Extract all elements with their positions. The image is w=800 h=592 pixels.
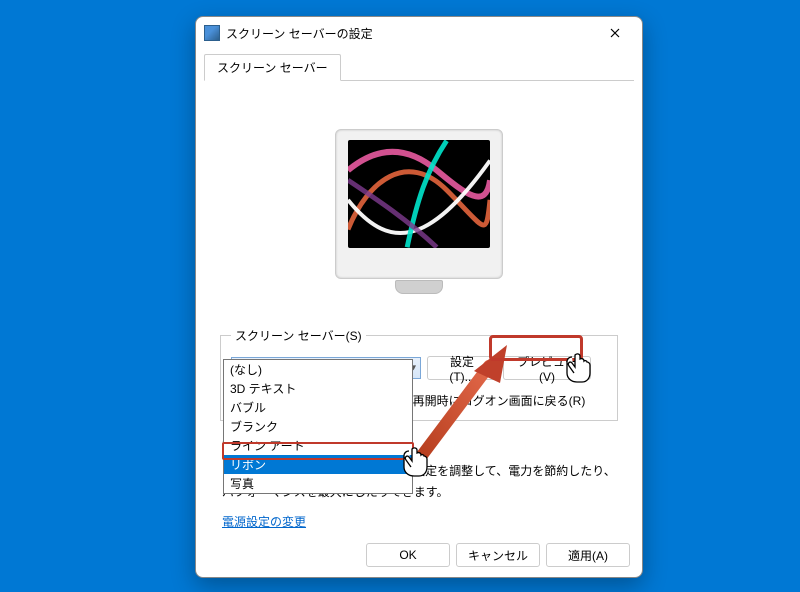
option-lineart[interactable]: ライン アート bbox=[224, 436, 412, 455]
monitor-frame bbox=[335, 129, 503, 279]
titlebar: スクリーン セーバーの設定 bbox=[196, 17, 642, 49]
preview-area bbox=[212, 89, 626, 279]
option-3dtext[interactable]: 3D テキスト bbox=[224, 379, 412, 398]
screensaver-settings-window: スクリーン セーバーの設定 スクリーン セーバー bbox=[195, 16, 643, 578]
app-icon bbox=[204, 25, 220, 41]
dialog-buttons: OK キャンセル 適用(A) bbox=[366, 543, 630, 567]
option-none[interactable]: (なし) bbox=[224, 360, 412, 379]
monitor-stand bbox=[395, 280, 443, 294]
option-blank[interactable]: ブランク bbox=[224, 417, 412, 436]
option-photos[interactable]: 写真 bbox=[224, 474, 412, 493]
tab-panel: スクリーン セーバー(S) リボン ▾ 設定(T)... プレビュー(V) 待ち… bbox=[204, 80, 634, 520]
ok-button[interactable]: OK bbox=[366, 543, 450, 567]
apply-button[interactable]: 適用(A) bbox=[546, 543, 630, 567]
tab-screensaver[interactable]: スクリーン セーバー bbox=[204, 54, 341, 81]
screensaver-dropdown-list[interactable]: (なし) 3D テキスト バブル ブランク ライン アート リボン 写真 bbox=[223, 359, 413, 494]
ribbons-preview-icon bbox=[348, 140, 490, 248]
close-icon bbox=[610, 28, 620, 38]
tabstrip: スクリーン セーバー bbox=[196, 49, 642, 80]
preview-button[interactable]: プレビュー(V) bbox=[503, 356, 591, 380]
window-title: スクリーン セーバーの設定 bbox=[226, 25, 592, 42]
settings-button[interactable]: 設定(T)... bbox=[427, 356, 497, 380]
option-ribbon[interactable]: リボン bbox=[224, 455, 412, 474]
resume-checkbox-label[interactable]: 再開時にログオン画面に戻る(R) bbox=[396, 392, 586, 409]
close-button[interactable] bbox=[592, 18, 638, 48]
power-settings-link[interactable]: 電源設定の変更 bbox=[222, 515, 306, 529]
monitor-screen bbox=[348, 140, 490, 248]
screensaver-group-legend: スクリーン セーバー(S) bbox=[231, 327, 366, 344]
cancel-button[interactable]: キャンセル bbox=[456, 543, 540, 567]
option-bubbles[interactable]: バブル bbox=[224, 398, 412, 417]
resume-text: 再開時にログオン画面に戻る(R) bbox=[413, 392, 586, 409]
